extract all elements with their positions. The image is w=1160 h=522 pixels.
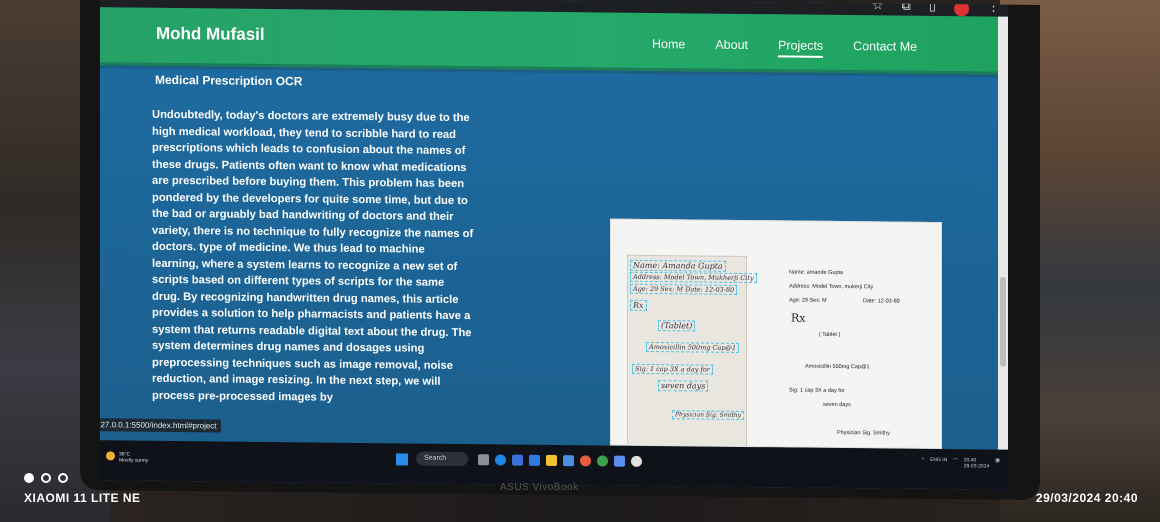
- search-label: Search: [424, 454, 447, 462]
- system-tray: ^ ENG IN ◠ 20:40 29-03-2024 ▣: [922, 457, 1000, 470]
- scrollbar-thumb[interactable]: [1000, 276, 1006, 367]
- mail-icon[interactable]: [563, 455, 574, 467]
- dg-physician: Physician Sig. Smithy: [837, 429, 890, 437]
- laptop-screen: ☆ ⧉ ▯ ⋮ Mohd Mufasil Home About Projects…: [100, 0, 1008, 490]
- clock-date[interactable]: 29-03-2024: [964, 463, 990, 469]
- nav-contact[interactable]: Contact Me: [853, 39, 917, 59]
- sun-icon: [106, 451, 115, 461]
- profile-avatar[interactable]: [954, 1, 969, 17]
- nav-about[interactable]: About: [715, 38, 748, 57]
- notification-icon[interactable]: ▣: [995, 458, 1000, 470]
- watermark-datetime: 29/03/2024 20:40: [1035, 491, 1138, 505]
- sidepanel-icon[interactable]: ▯: [929, 0, 936, 16]
- project-section: Medical Prescription OCR Undoubtedly, to…: [100, 68, 998, 450]
- hw-address: Address: Model Town, Mukherji City: [630, 271, 757, 284]
- site-navbar: Mohd Mufasil Home About Projects Contact…: [100, 7, 1008, 75]
- whatsapp-icon[interactable]: [597, 455, 608, 467]
- weather-widget[interactable]: 36°C Mostly sunny: [106, 451, 149, 464]
- extensions-icon[interactable]: ⧉: [902, 0, 911, 16]
- task-view-icon[interactable]: [478, 454, 489, 466]
- dot-icon: [58, 473, 68, 483]
- store-icon[interactable]: [512, 454, 523, 466]
- nav-links: Home About Projects Contact Me: [652, 37, 917, 59]
- vscode-icon[interactable]: [529, 454, 540, 466]
- page-scrollbar[interactable]: [998, 16, 1008, 450]
- dg-sig: Sig: 1 cap 3X a day for: [789, 387, 845, 395]
- file-explorer-icon[interactable]: [546, 454, 557, 467]
- prescription-image: Name: Amanda Gupta Address: Model Town, …: [610, 218, 942, 450]
- app-icon[interactable]: [614, 455, 625, 467]
- camera-mode-dots: [24, 473, 68, 483]
- taskbar-search[interactable]: Search: [416, 451, 468, 467]
- project-description: Undoubtedly, today's doctors are extreme…: [152, 108, 474, 404]
- hw-physician: Physician Sig. Smithy: [672, 410, 744, 420]
- chrome-active-icon[interactable]: [631, 455, 642, 467]
- windows-start-icon[interactable]: [396, 453, 408, 466]
- wifi-icon[interactable]: ◠: [953, 457, 957, 469]
- laptop-brand: ASUS VivoBook: [500, 482, 579, 493]
- dg-rx: Rx: [791, 311, 806, 325]
- dg-days: seven days: [823, 401, 851, 409]
- dg-age: Age: 29 Sex: M: [789, 297, 827, 304]
- dg-drug: Amoxicillin 500mg Cap@1: [805, 363, 870, 371]
- hw-drug: Amoxicillin 500mg Cap@1: [646, 341, 740, 353]
- digital-prescription: Name: amande Gupta Address: Model Town, …: [783, 261, 933, 443]
- hw-days: seven days: [658, 380, 709, 392]
- dot-icon: [24, 473, 34, 483]
- edge-icon[interactable]: [495, 454, 506, 466]
- tray-chevron-icon[interactable]: ^: [922, 457, 924, 469]
- dg-name: Name: amande Gupta: [789, 269, 844, 277]
- chrome-icon[interactable]: [580, 455, 591, 467]
- brand-name[interactable]: Mohd Mufasil: [156, 24, 265, 45]
- photo-scene: ☆ ⧉ ▯ ⋮ Mohd Mufasil Home About Projects…: [0, 0, 1160, 522]
- dg-tablet: ( Tablet ): [819, 331, 841, 338]
- dot-icon: [41, 473, 51, 483]
- dg-date: Date: 12-03-80: [863, 298, 900, 305]
- hw-name: Name: Amanda Gupta: [630, 259, 726, 272]
- dg-address: Address: Model Town, mukerji City: [789, 283, 874, 291]
- hw-tablet: (Tablet): [658, 320, 696, 332]
- watermark-device: XIAOMI 11 LITE NE: [24, 491, 141, 505]
- hw-age: Age: 29 Sex: M Date: 12-03-80: [630, 283, 738, 295]
- hw-sig: Sig: 1 cap 3X a day for: [632, 363, 713, 375]
- hw-rx: Rx: [630, 299, 647, 311]
- lang-indicator[interactable]: ENG IN: [930, 457, 947, 469]
- menu-icon[interactable]: ⋮: [987, 0, 1000, 17]
- nav-home[interactable]: Home: [652, 37, 685, 56]
- handwritten-prescription: Name: Amanda Gupta Address: Model Town, …: [627, 254, 757, 450]
- nav-projects[interactable]: Projects: [778, 38, 824, 58]
- link-preview-url: 127.0.0.1:5500/index.html#project: [100, 418, 221, 433]
- weather-desc: Mostly sunny: [119, 457, 149, 464]
- project-title: Medical Prescription OCR: [155, 72, 303, 89]
